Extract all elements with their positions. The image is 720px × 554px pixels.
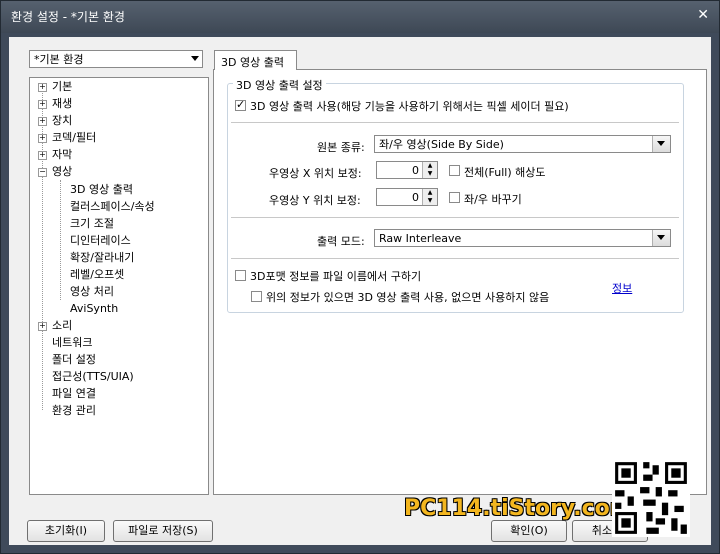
tree-item-file-assoc[interactable]: 파일 연결	[52, 386, 96, 402]
right-x-value: 0	[412, 164, 419, 177]
dialog-client: *기본 환경 + 기본 + 재생 + 장치 + 코덱/필터 + 자막 − 영상 …	[9, 37, 711, 545]
filename-3d-label: 3D포맷 정보를 파일 이름에서 구하기	[250, 270, 422, 283]
full-resolution-checkbox[interactable]	[449, 165, 460, 176]
tree-item-levels[interactable]: 레벨/오프셋	[70, 267, 124, 283]
tree-item-subtitle[interactable]: 자막	[52, 147, 72, 163]
tree-item-video-processing[interactable]: 영상 처리	[70, 284, 114, 300]
separator	[231, 258, 679, 259]
right-x-label: 우영상 X 위치 보정:	[269, 167, 362, 180]
tab-3d-output[interactable]: 3D 영상 출력	[214, 50, 297, 70]
tree-item-3d-output[interactable]: 3D 영상 출력	[70, 182, 133, 198]
watermark-text: PC114.tiStory.com	[404, 496, 633, 521]
chevron-down-icon	[657, 141, 665, 146]
right-y-value: 0	[412, 191, 419, 204]
right-y-label: 우영상 Y 위치 보정:	[269, 194, 361, 207]
profile-combo-value: *기본 환경	[34, 53, 84, 66]
right-x-stepper[interactable]: 0 ▲ ▼	[376, 161, 438, 179]
tree-item-codec[interactable]: 코덱/필터	[52, 130, 96, 146]
expand-icon[interactable]: +	[38, 151, 47, 160]
chevron-down-icon	[657, 235, 665, 240]
output-mode-value: Raw Interleave	[379, 232, 462, 245]
spin-down-icon[interactable]: ▼	[422, 197, 437, 205]
full-resolution-label: 전체(Full) 해상도	[464, 166, 546, 179]
info-conditional-label: 위의 정보가 있으면 3D 영상 출력 사용, 없으면 사용하지 않음	[266, 291, 550, 304]
tree-item-avisynth[interactable]: AviSynth	[70, 301, 118, 317]
window-title: 환경 설정 - *기본 환경	[11, 10, 125, 24]
info-conditional-checkbox[interactable]	[251, 291, 262, 302]
close-icon[interactable]: ✕	[697, 7, 709, 23]
group-title: 3D 영상 출력 설정	[233, 77, 326, 93]
info-link[interactable]: 정보	[612, 280, 632, 296]
tree-item-crop[interactable]: 확장/잘라내기	[70, 250, 134, 266]
enable-3d-label: 3D 영상 출력 사용(해당 기능을 사용하기 위해서는 픽셀 세이더 필요)	[250, 100, 569, 113]
separator	[231, 217, 679, 218]
title-bar[interactable]: 환경 설정 - *기본 환경 ✕	[1, 1, 719, 33]
settings-tree[interactable]: + 기본 + 재생 + 장치 + 코덱/필터 + 자막 − 영상 3D 영상 출…	[29, 77, 209, 495]
expand-icon[interactable]: +	[38, 83, 47, 92]
tab-label: 3D 영상 출력	[221, 56, 284, 69]
source-type-combo[interactable]: 좌/우 영상(Side By Side)	[374, 135, 671, 153]
expand-icon[interactable]: +	[38, 117, 47, 126]
tree-item-playback[interactable]: 재생	[52, 96, 72, 112]
tree-item-sound[interactable]: 소리	[52, 318, 72, 334]
swap-lr-checkbox[interactable]	[449, 192, 460, 203]
filename-3d-checkbox[interactable]	[235, 270, 246, 281]
tree-item-network[interactable]: 네트워크	[52, 335, 92, 351]
collapse-icon[interactable]: −	[38, 168, 47, 177]
ok-button[interactable]: 확인(O)	[491, 520, 567, 542]
tree-item-accessibility[interactable]: 접근성(TTS/UIA)	[52, 369, 134, 385]
tree-item-colorspace[interactable]: 컬러스페이스/속성	[70, 199, 155, 215]
tree-item-env-manage[interactable]: 환경 관리	[52, 403, 96, 419]
source-type-label: 원본 종류:	[317, 141, 365, 154]
enable-3d-checkbox[interactable]	[235, 98, 246, 111]
swap-lr-label: 좌/우 바꾸기	[464, 193, 522, 206]
output-mode-label: 출력 모드:	[317, 235, 365, 248]
source-type-value: 좌/우 영상(Side By Side)	[379, 138, 504, 151]
save-to-file-button[interactable]: 파일로 저장(S)	[113, 520, 213, 542]
tree-item-basic[interactable]: 기본	[52, 79, 72, 95]
expand-icon[interactable]: +	[38, 100, 47, 109]
tree-item-folders[interactable]: 폴더 설정	[52, 352, 96, 368]
expand-icon[interactable]: +	[38, 134, 47, 143]
right-y-stepper[interactable]: 0 ▲ ▼	[376, 188, 438, 206]
output-mode-combo[interactable]: Raw Interleave	[374, 229, 671, 247]
tree-item-deinterlace[interactable]: 디인터레이스	[70, 233, 131, 249]
profile-combo[interactable]: *기본 환경	[29, 50, 203, 68]
tree-item-resize[interactable]: 크기 조절	[70, 216, 114, 232]
tree-item-device[interactable]: 장치	[52, 113, 72, 129]
spin-down-icon[interactable]: ▼	[422, 170, 437, 178]
qr-code-icon	[612, 459, 690, 537]
tree-guide	[60, 180, 61, 300]
reset-button[interactable]: 초기화(I)	[27, 520, 105, 542]
expand-icon[interactable]: +	[38, 322, 47, 331]
separator	[231, 122, 679, 123]
tree-item-video[interactable]: 영상	[52, 164, 72, 180]
chevron-down-icon	[191, 56, 199, 61]
